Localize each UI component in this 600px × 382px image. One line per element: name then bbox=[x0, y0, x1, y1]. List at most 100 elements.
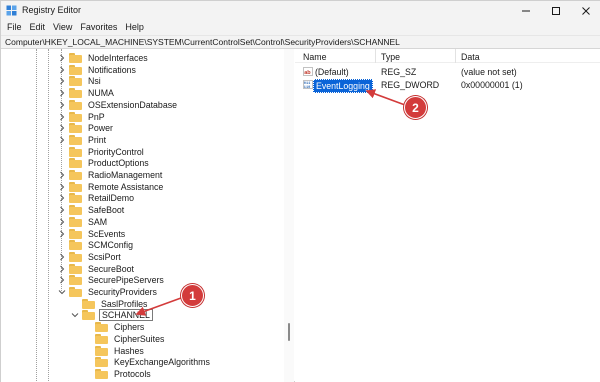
title-bar[interactable]: Registry Editor bbox=[1, 1, 600, 20]
tree-item-label: SafeBoot bbox=[88, 205, 125, 216]
tree-item-scevents[interactable]: ScEvents bbox=[58, 228, 127, 240]
maximize-button[interactable] bbox=[541, 1, 571, 20]
menu-view[interactable]: View bbox=[50, 20, 77, 35]
tree-item-securepipeservers[interactable]: SecurePipeServers bbox=[58, 274, 166, 286]
folder-icon bbox=[69, 251, 82, 262]
chevron-right-icon[interactable] bbox=[58, 265, 66, 273]
tree-item-pnp[interactable]: PnP bbox=[58, 111, 107, 123]
tree-item-notifications[interactable]: Notifications bbox=[58, 64, 138, 76]
minimize-button[interactable] bbox=[511, 1, 541, 20]
close-button[interactable] bbox=[571, 1, 600, 20]
chevron-right-icon[interactable] bbox=[58, 54, 66, 62]
chevron-right-icon[interactable] bbox=[58, 206, 66, 214]
key-tree-pane[interactable]: NodeInterfaces Notifications Nsi NUMA OSExte… bbox=[1, 49, 294, 382]
tree-item-radiomanagement[interactable]: RadioManagement bbox=[58, 169, 164, 181]
tree-item-sam[interactable]: SAM bbox=[58, 216, 109, 228]
value-name-selected[interactable]: EventLogging bbox=[313, 79, 373, 93]
folder-icon bbox=[69, 205, 82, 216]
tree-item-ciphersuites[interactable]: CipherSuites bbox=[84, 333, 166, 345]
column-header-data[interactable]: Data bbox=[461, 52, 480, 62]
tree-item-productoptions[interactable]: ProductOptions bbox=[58, 157, 151, 169]
tree-item-schannel[interactable]: SCHANNEL bbox=[71, 309, 153, 322]
tree-item-secureboot[interactable]: SecureBoot bbox=[58, 263, 136, 275]
tree-item-securityproviders[interactable]: SecurityProviders bbox=[58, 286, 159, 298]
chevron-right-icon[interactable] bbox=[58, 218, 66, 226]
folder-icon bbox=[69, 111, 82, 122]
tree-scrollbar-thumb[interactable] bbox=[288, 323, 290, 341]
tree-item-protocols[interactable]: Protocols bbox=[84, 368, 153, 380]
folder-icon bbox=[69, 76, 82, 87]
column-header-name[interactable]: Name bbox=[303, 52, 326, 62]
column-separator[interactable] bbox=[375, 49, 376, 63]
column-separator[interactable] bbox=[455, 49, 456, 63]
tree-item-label: SCMConfig bbox=[88, 240, 133, 251]
tree-item-label: Hashes bbox=[114, 345, 144, 356]
chevron-right-icon[interactable] bbox=[58, 276, 66, 284]
folder-icon bbox=[69, 158, 82, 169]
tree-item-power[interactable]: Power bbox=[58, 122, 115, 134]
values-list-pane[interactable]: Name Type Data ab (Default) REG_SZ (valu… bbox=[295, 49, 600, 382]
tree-item-prioritycontrol[interactable]: PriorityControl bbox=[58, 146, 146, 158]
value-row-default[interactable]: ab (Default) REG_SZ (value not set) bbox=[295, 66, 600, 78]
chevron-right-icon[interactable] bbox=[58, 183, 66, 191]
chevron-right-icon[interactable] bbox=[58, 89, 66, 97]
tree-item-nodeinterfaces[interactable]: NodeInterfaces bbox=[58, 52, 150, 64]
tree-item-retaildemo[interactable]: RetailDemo bbox=[58, 192, 136, 204]
chevron-down-icon[interactable] bbox=[58, 288, 66, 296]
svg-text:110: 110 bbox=[304, 86, 310, 89]
tree-item-label: NodeInterfaces bbox=[88, 53, 148, 63]
tree-item-osextensiondatabase[interactable]: OSExtensionDatabase bbox=[58, 99, 179, 111]
tree-item-scmconfig[interactable]: SCMConfig bbox=[58, 239, 135, 251]
value-type: REG_SZ bbox=[381, 67, 417, 77]
chevron-right-icon[interactable] bbox=[58, 194, 66, 202]
tree-item-print[interactable]: Print bbox=[58, 134, 108, 146]
tree-item-numa[interactable]: NUMA bbox=[58, 87, 116, 99]
svg-text:ab: ab bbox=[304, 70, 311, 76]
chevron-right-icon[interactable] bbox=[58, 136, 66, 144]
chevron-right-icon[interactable] bbox=[58, 171, 66, 179]
chevron-right-icon[interactable] bbox=[58, 230, 66, 238]
tree-item-label: PriorityControl bbox=[88, 146, 144, 157]
tree-item-safeboot[interactable]: SafeBoot bbox=[58, 204, 126, 216]
chevron-down-icon[interactable] bbox=[71, 311, 79, 319]
chevron-right-icon[interactable] bbox=[58, 77, 66, 85]
menu-file[interactable]: File bbox=[4, 20, 27, 35]
folder-icon bbox=[69, 263, 82, 274]
tree-item-label: RetailDemo bbox=[88, 193, 134, 204]
tree-item-remote-assistance[interactable]: Remote Assistance bbox=[58, 181, 165, 193]
chevron-right-icon[interactable] bbox=[58, 113, 66, 121]
close-icon bbox=[582, 6, 590, 15]
minimize-icon bbox=[522, 10, 530, 11]
chevron-right-icon[interactable] bbox=[58, 253, 66, 261]
tree-item-nsi[interactable]: Nsi bbox=[58, 75, 103, 87]
column-header-type[interactable]: Type bbox=[381, 52, 400, 62]
menu-edit[interactable]: Edit bbox=[27, 20, 51, 35]
folder-icon bbox=[69, 99, 82, 110]
menu-help[interactable]: Help bbox=[122, 20, 149, 35]
tree-item-scsiport[interactable]: ScsiPort bbox=[58, 251, 123, 263]
tree-item-label: ScsiPort bbox=[88, 251, 121, 262]
address-bar[interactable]: Computer\HKEY_LOCAL_MACHINE\SYSTEM\Curre… bbox=[1, 35, 600, 49]
tree-item-hashes[interactable]: Hashes bbox=[84, 345, 146, 357]
tree-item-label: ProductOptions bbox=[88, 158, 149, 169]
tree-item-saslprofiles[interactable]: SaslProfiles bbox=[71, 298, 149, 310]
menu-favorites[interactable]: Favorites bbox=[77, 20, 122, 35]
folder-icon bbox=[82, 298, 95, 309]
tree-item-label: Nsi bbox=[88, 76, 101, 87]
tree-item-label: OSExtensionDatabase bbox=[88, 99, 177, 110]
value-type: REG_DWORD bbox=[381, 80, 440, 90]
tree-item-ciphers[interactable]: Ciphers bbox=[84, 321, 146, 333]
annotation-badge-2: 2 bbox=[404, 96, 427, 119]
chevron-right-icon[interactable] bbox=[58, 124, 66, 132]
tree-guide-line bbox=[36, 49, 37, 382]
value-row-eventlogging[interactable]: 011 110 EventLogging REG_DWORD 0x0000000… bbox=[295, 79, 600, 93]
tree-item-keyexchangealgorithms[interactable]: KeyExchangeAlgorithms bbox=[84, 356, 212, 368]
tree-item-label: RadioManagement bbox=[88, 170, 163, 180]
chevron-right-icon[interactable] bbox=[58, 66, 66, 74]
tree-scrollbar[interactable] bbox=[284, 49, 294, 382]
chevron-right-icon[interactable] bbox=[58, 101, 66, 109]
